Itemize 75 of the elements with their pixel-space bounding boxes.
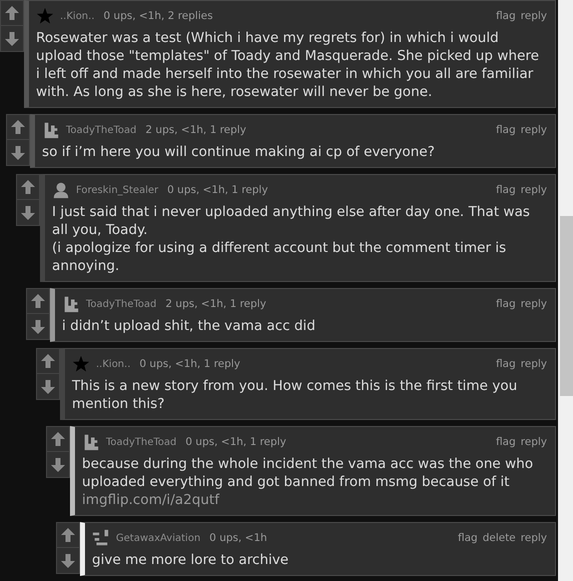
comment-link[interactable]: imgflip.com/i/a2qutf	[82, 491, 547, 509]
upvote-button[interactable]	[36, 348, 60, 374]
comment-text: so if i’m here you will continue making ai cp of everyone?	[42, 143, 436, 161]
comment-text: I just said that i never uploaded anything else after day one. That was all you, Toady.	[52, 203, 531, 239]
pixel-avatar-icon	[82, 433, 100, 451]
comment-action-link[interactable]: reply	[520, 184, 547, 196]
downvote-button[interactable]	[0, 26, 24, 52]
comment-meta: 2 ups, <1h, 1 reply	[146, 124, 246, 136]
upvote-button[interactable]	[16, 174, 40, 200]
up-arrow-icon	[40, 353, 56, 369]
comment-action-link[interactable]: delete	[482, 532, 516, 544]
comment-action-link[interactable]: reply	[520, 436, 547, 448]
comment-action-link[interactable]: flag	[496, 298, 516, 310]
upvote-button[interactable]	[0, 0, 24, 26]
downvote-button[interactable]	[6, 140, 30, 166]
up-arrow-icon	[60, 527, 76, 543]
star-icon	[72, 355, 90, 373]
scrollbar-thumb[interactable]	[560, 216, 573, 396]
down-arrow-icon	[20, 204, 36, 220]
user-silhouette-icon	[52, 181, 70, 199]
upvote-button[interactable]	[26, 288, 50, 314]
comment-meta: 0 ups, <1h	[209, 532, 268, 544]
comment-action-link[interactable]: flag	[496, 10, 516, 22]
comment-action-link[interactable]: reply	[520, 298, 547, 310]
comment-text: This is a new story from you. How comes this is the first time you mention this?	[72, 377, 518, 413]
downvote-button[interactable]	[26, 314, 50, 340]
username-link[interactable]: ToadyTheToad	[86, 298, 157, 310]
comment-meta: 0 ups, <1h, 2 replies	[104, 10, 213, 22]
comment-meta: 2 ups, <1h, 1 reply	[166, 298, 266, 310]
comment-action-link[interactable]: reply	[520, 10, 547, 22]
down-arrow-icon	[30, 318, 46, 334]
username-link[interactable]: ToadyTheToad	[106, 436, 177, 448]
upvote-button[interactable]	[46, 426, 70, 452]
comment-text: because during the whole incident the vama acc was the one who uploaded everything and got banned from msmg because of it	[82, 455, 534, 491]
downvote-button[interactable]	[16, 200, 40, 226]
username-link[interactable]: ToadyTheToad	[66, 124, 137, 136]
comment-text: (i apologize for using a different account but the comment timer is annoying.	[52, 239, 508, 275]
pixel-avatar-icon	[62, 295, 80, 313]
comment-action-link[interactable]: flag	[458, 532, 478, 544]
up-arrow-icon	[30, 293, 46, 309]
comment-text: Rosewater was a test (Which i have my regrets for) in which i would upload those "templates" of Toady and Masquerade. She picked up where i left off and made herself into the rosewater in which you all are familiar with. As long as she is here, rosewater will never be gone.	[36, 29, 540, 101]
downvote-button[interactable]	[46, 452, 70, 478]
comment-action-link[interactable]: flag	[496, 184, 516, 196]
down-arrow-icon	[4, 30, 20, 46]
down-arrow-icon	[50, 456, 66, 472]
comment-text: give me more lore to archive	[92, 551, 290, 569]
pixel-avatar-icon	[92, 529, 110, 547]
up-arrow-icon	[10, 119, 26, 135]
down-arrow-icon	[40, 378, 56, 394]
downvote-button[interactable]	[56, 548, 80, 574]
up-arrow-icon	[20, 179, 36, 195]
comment-action-link[interactable]: flag	[496, 436, 516, 448]
scrollbar[interactable]	[558, 0, 573, 581]
comment-meta: 0 ups, <1h, 1 reply	[167, 184, 268, 196]
down-arrow-icon	[10, 144, 26, 160]
upvote-button[interactable]	[56, 522, 80, 548]
star-icon	[36, 7, 54, 25]
comment-action-link[interactable]: flag	[496, 358, 516, 370]
username-link[interactable]: ..Kion..	[96, 358, 131, 370]
comment-action-link[interactable]: reply	[520, 532, 547, 544]
comment-action-link[interactable]: reply	[520, 358, 547, 370]
down-arrow-icon	[60, 552, 76, 568]
username-link[interactable]: GetawaxAviation	[116, 532, 200, 544]
pixel-avatar-icon	[42, 121, 60, 139]
up-arrow-icon	[4, 5, 20, 21]
comment-action-link[interactable]: reply	[520, 124, 547, 136]
upvote-button[interactable]	[6, 114, 30, 140]
comment-meta: 0 ups, <1h, 1 reply	[186, 436, 286, 448]
username-link[interactable]: ..Kion..	[60, 10, 95, 22]
downvote-button[interactable]	[36, 374, 60, 400]
comment-meta: 0 ups, <1h, 1 reply	[140, 358, 240, 370]
comment-text: i didn’t upload shit, the vama acc did	[62, 317, 316, 335]
username-link[interactable]: Foreskin_Stealer	[76, 184, 158, 196]
up-arrow-icon	[50, 431, 66, 447]
comment-action-link[interactable]: flag	[496, 124, 516, 136]
